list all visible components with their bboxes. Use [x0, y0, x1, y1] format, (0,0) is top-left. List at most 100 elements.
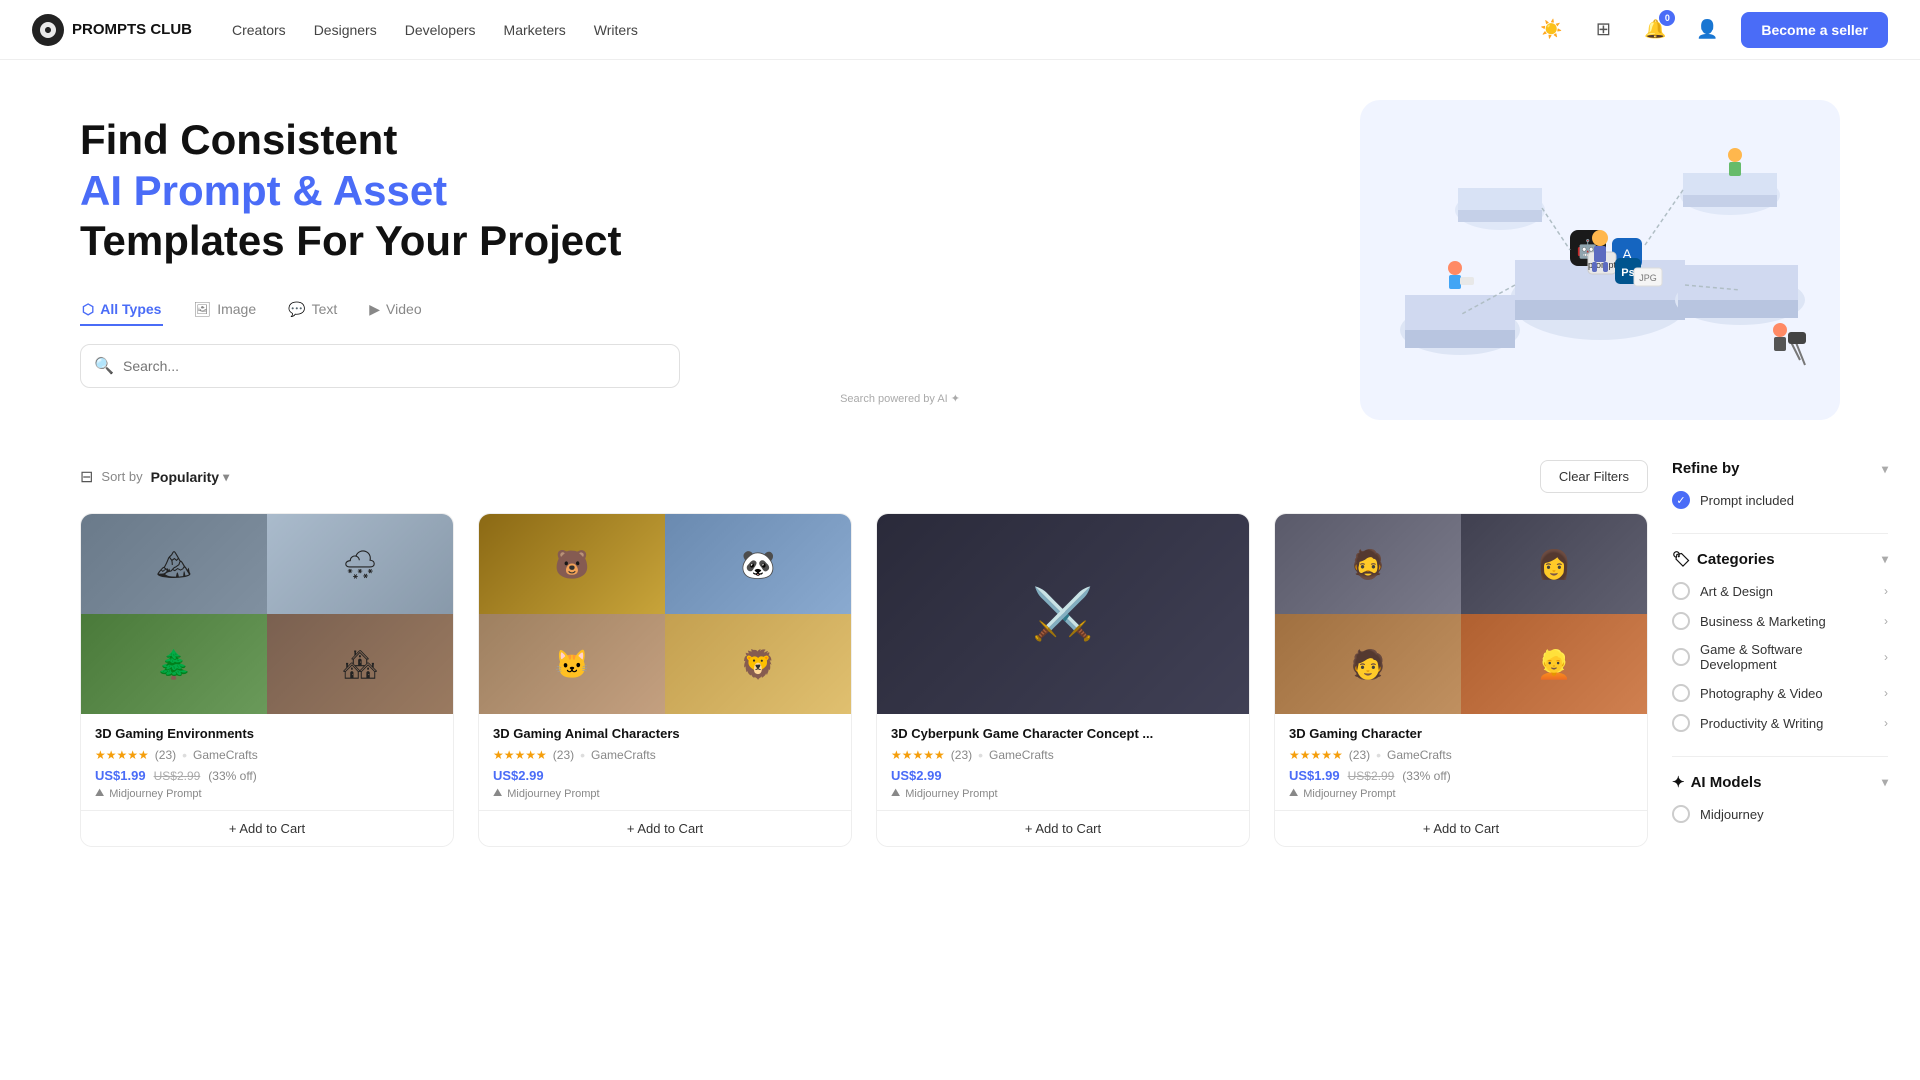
main-content: ⊟ Sort by Popularity ▾ Clear Filters 🏔	[0, 440, 1920, 907]
navbar: PROMPTS CLUB Creators Designers Develope…	[0, 0, 1920, 60]
hero-svg: 🤖 A prompt	[1360, 100, 1840, 420]
filter-productivity-writing[interactable]: Productivity & Writing ›	[1672, 714, 1888, 732]
midjourney-icon: ⛰	[493, 787, 502, 800]
become-seller-button[interactable]: Become a seller	[1741, 12, 1888, 48]
tab-image[interactable]: 🖼 Image	[191, 295, 258, 326]
product-title: 3D Gaming Character	[1289, 726, 1633, 741]
sort-by-label: Sort by	[101, 469, 142, 484]
hero-illustration: 🤖 A prompt	[960, 100, 1840, 420]
filter-art-design[interactable]: Art & Design ›	[1672, 582, 1888, 600]
midjourney-icon: ⛰	[1289, 787, 1298, 800]
grid-view-button[interactable]: ⊞	[1585, 12, 1621, 48]
tab-all-types[interactable]: ⬡ All Types	[80, 295, 163, 326]
search-input[interactable]	[80, 344, 680, 388]
midjourney-label: Midjourney	[1700, 807, 1888, 822]
theme-toggle-button[interactable]: ☀️	[1533, 12, 1569, 48]
product-image-grid: 🏔 🌨 🌲 🏘	[81, 514, 453, 714]
logo[interactable]: PROMPTS CLUB	[32, 14, 192, 46]
business-expand-icon: ›	[1884, 614, 1888, 628]
text-icon: 💬	[288, 301, 305, 318]
product-img-3: 🌲	[81, 614, 267, 714]
price-current: US$2.99	[493, 768, 544, 783]
product-stars: ★★★★★	[493, 748, 547, 762]
business-marketing-checkbox[interactable]	[1672, 612, 1690, 630]
photo-video-label: Photography & Video	[1700, 686, 1874, 701]
product-img-4: 🏘	[267, 614, 453, 714]
filter-midjourney[interactable]: Midjourney	[1672, 805, 1888, 823]
product-seller: GameCrafts	[591, 748, 656, 762]
profile-button[interactable]: 👤	[1689, 12, 1725, 48]
product-image-grid: 🧔 👩 🧑 👱	[1275, 514, 1647, 714]
notification-badge: 0	[1659, 10, 1675, 26]
product-img-4: 🦁	[665, 614, 851, 714]
add-to-cart-button[interactable]: + Add to Cart	[1275, 810, 1647, 846]
photo-video-checkbox[interactable]	[1672, 684, 1690, 702]
hero-section: Find Consistent AI Prompt & Asset Templa…	[0, 60, 1920, 440]
product-card: 🏔 🌨 🌲 🏘	[80, 513, 454, 847]
product-seller: GameCrafts	[193, 748, 258, 762]
filter-game-dev[interactable]: Game & Software Development ›	[1672, 642, 1888, 672]
product-info: 3D Gaming Environments ★★★★★ (23) • Game…	[81, 714, 453, 800]
product-meta: ★★★★★ (23) • GameCrafts	[95, 747, 439, 763]
add-to-cart-button[interactable]: + Add to Cart	[479, 810, 851, 846]
game-dev-checkbox[interactable]	[1672, 648, 1690, 666]
price-discount: (33% off)	[1402, 769, 1450, 783]
midjourney-checkbox[interactable]	[1672, 805, 1690, 823]
photo-video-expand-icon: ›	[1884, 686, 1888, 700]
add-to-cart-button[interactable]: + Add to Cart	[877, 810, 1249, 846]
price-original: US$2.99	[1348, 769, 1395, 783]
type-tabs: ⬡ All Types 🖼 Image 💬 Text ▶ Video	[80, 295, 960, 326]
product-title: 3D Gaming Animal Characters	[493, 726, 837, 741]
nav-developers[interactable]: Developers	[405, 22, 476, 38]
product-img-1: 🧔	[1275, 514, 1461, 614]
productivity-checkbox[interactable]	[1672, 714, 1690, 732]
productivity-label: Productivity & Writing	[1700, 716, 1874, 731]
product-img-2: 👩	[1461, 514, 1647, 614]
user-icon: 👤	[1696, 19, 1718, 40]
nav-designers[interactable]: Designers	[314, 22, 377, 38]
ai-models-title[interactable]: ✦ AI Models ▾	[1672, 773, 1888, 791]
filter-photography-video[interactable]: Photography & Video ›	[1672, 684, 1888, 702]
tab-text[interactable]: 💬 Text	[286, 295, 339, 326]
product-meta: ★★★★★ (23) • GameCrafts	[1289, 747, 1633, 763]
sidebar-divider	[1672, 533, 1888, 534]
product-price: US$1.99 US$2.99 (33% off)	[95, 768, 439, 783]
add-to-cart-button[interactable]: + Add to Cart	[81, 810, 453, 846]
sort-select[interactable]: Popularity ▾	[151, 469, 230, 485]
clear-filters-button[interactable]: Clear Filters	[1540, 460, 1648, 493]
prompt-included-filter[interactable]: ✓ Prompt included	[1672, 491, 1888, 509]
refine-by-title[interactable]: Refine by ▾	[1672, 460, 1888, 477]
midjourney-icon: ⛰	[95, 787, 104, 800]
notifications-button[interactable]: 🔔 0	[1637, 12, 1673, 48]
filter-icon: ⊟	[80, 467, 93, 487]
product-img-1: 🏔	[81, 514, 267, 614]
video-icon: ▶	[369, 301, 380, 318]
product-grid: 🏔 🌨 🌲 🏘	[80, 513, 1648, 847]
product-price: US$2.99	[493, 768, 837, 783]
filter-business-marketing[interactable]: Business & Marketing ›	[1672, 612, 1888, 630]
sidebar: Refine by ▾ ✓ Prompt included 🏷 Categori…	[1648, 440, 1888, 867]
art-design-checkbox[interactable]	[1672, 582, 1690, 600]
product-card: ⚔️ 3D Cyberpunk Game Character Concept .…	[876, 513, 1250, 847]
product-price: US$2.99	[891, 768, 1235, 783]
prompt-included-label: Prompt included	[1700, 493, 1888, 508]
hero-text: Find Consistent AI Prompt & Asset Templa…	[80, 115, 960, 404]
product-img-3: 🧑	[1275, 614, 1461, 714]
nav-marketers[interactable]: Marketers	[504, 22, 566, 38]
hero-img-container: 🤖 A prompt	[1360, 100, 1840, 420]
product-card: 🧔 👩 🧑 👱	[1274, 513, 1648, 847]
sort-chevron-icon: ▾	[223, 470, 229, 484]
categories-title[interactable]: 🏷 Categories ▾	[1672, 550, 1888, 568]
tab-video[interactable]: ▶ Video	[367, 295, 423, 326]
nav-writers[interactable]: Writers	[594, 22, 638, 38]
product-type: ⛰ Midjourney Prompt	[493, 787, 837, 800]
product-title: 3D Cyberpunk Game Character Concept ...	[891, 726, 1235, 741]
search-ai-note: Search powered by AI ✦	[80, 392, 960, 405]
price-original: US$2.99	[154, 769, 201, 783]
prompt-included-checkbox[interactable]: ✓	[1672, 491, 1690, 509]
grid-icon: ⊞	[1596, 19, 1611, 40]
product-title: 3D Gaming Environments	[95, 726, 439, 741]
product-meta: ★★★★★ (23) • GameCrafts	[493, 747, 837, 763]
product-area: ⊟ Sort by Popularity ▾ Clear Filters 🏔	[80, 440, 1648, 867]
nav-creators[interactable]: Creators	[232, 22, 286, 38]
